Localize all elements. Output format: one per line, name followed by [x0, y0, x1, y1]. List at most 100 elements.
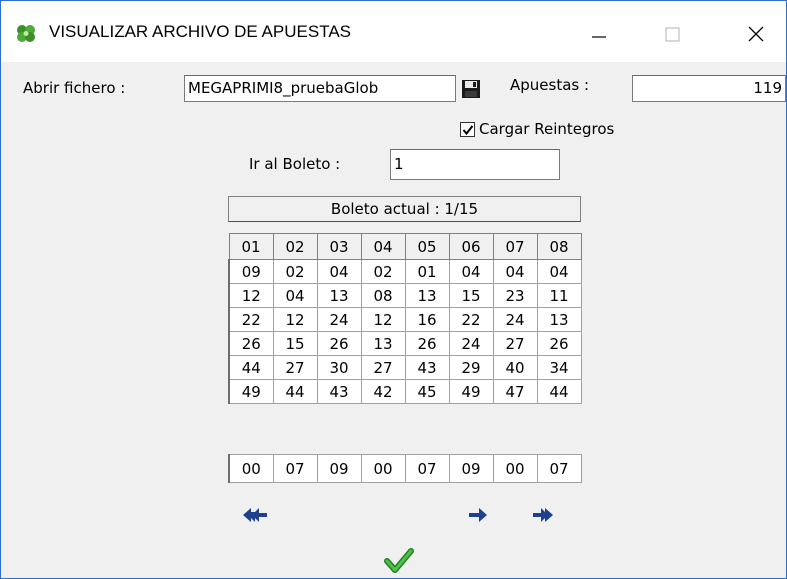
double-arrow-right-icon — [533, 508, 553, 522]
apuestas-count-field[interactable]: 119 — [632, 75, 786, 102]
grid-cell: 26 — [404, 331, 450, 356]
grid-cell: 02 — [272, 259, 318, 284]
grid-cell: 26 — [316, 331, 362, 356]
table-row: 09 02 04 02 01 04 04 04 — [228, 259, 582, 284]
grid-cell: 11 — [536, 283, 582, 308]
grid-cell: 16 — [404, 307, 450, 332]
first-ticket-button[interactable] — [242, 506, 268, 524]
last-ticket-button[interactable] — [532, 506, 558, 524]
grid-cell: 27 — [272, 355, 318, 380]
grid-cell: 13 — [360, 331, 406, 356]
grid-cell: 22 — [228, 307, 274, 332]
close-button[interactable] — [733, 15, 779, 53]
minimize-button[interactable] — [576, 15, 622, 53]
grid-cell: 01 — [404, 259, 450, 284]
reintegro-cell: 07 — [272, 454, 318, 483]
grid-cell: 12 — [228, 283, 274, 308]
grid-header-row: 01 02 03 04 05 06 07 08 — [228, 233, 582, 260]
column-header: 07 — [492, 233, 538, 260]
reintegro-cell: 09 — [316, 454, 362, 483]
table-row: 26 15 26 13 26 24 27 26 — [228, 331, 582, 356]
table-row: 00 07 09 00 07 09 00 07 — [228, 454, 582, 483]
clover-icon — [15, 24, 37, 44]
grid-cell: 44 — [536, 379, 582, 404]
grid-cell: 26 — [536, 331, 582, 356]
maximize-button[interactable] — [649, 15, 695, 53]
grid-cell: 12 — [360, 307, 406, 332]
next-ticket-button[interactable] — [467, 506, 493, 524]
grid-cell: 02 — [360, 259, 406, 284]
grid-cell: 23 — [492, 283, 538, 308]
grid-cell: 44 — [228, 355, 274, 380]
check-icon — [462, 125, 474, 136]
grid-cell: 42 — [360, 379, 406, 404]
grid-cell: 08 — [360, 283, 406, 308]
column-header: 08 — [536, 233, 582, 260]
double-arrow-left-icon — [243, 508, 267, 522]
file-path-field[interactable]: MEGAPRIMI8_pruebaGlob — [184, 75, 456, 102]
floppy-disk-icon[interactable] — [461, 79, 481, 99]
table-row: 44 27 30 27 43 29 40 34 — [228, 355, 582, 380]
grid-cell: 49 — [228, 379, 274, 404]
grid-cell: 27 — [360, 355, 406, 380]
grid-cell: 15 — [272, 331, 318, 356]
reintegro-cell: 00 — [228, 454, 274, 483]
grid-cell: 22 — [448, 307, 494, 332]
arrow-right-icon — [469, 508, 487, 522]
grid-cell: 04 — [492, 259, 538, 284]
column-header: 02 — [272, 233, 318, 260]
column-header: 05 — [404, 233, 450, 260]
grid-cell: 30 — [316, 355, 362, 380]
grid-cell: 43 — [404, 355, 450, 380]
grid-cell: 24 — [448, 331, 494, 356]
grid-cell: 13 — [404, 283, 450, 308]
minimize-icon — [592, 36, 606, 38]
grid-cell: 44 — [272, 379, 318, 404]
reintegro-cell: 07 — [404, 454, 450, 483]
grid-cell: 04 — [536, 259, 582, 284]
reintegro-cell: 07 — [536, 454, 582, 483]
column-header: 06 — [448, 233, 494, 260]
reintegro-cell: 00 — [360, 454, 406, 483]
grid-cell: 47 — [492, 379, 538, 404]
grid-cell: 27 — [492, 331, 538, 356]
reintegro-cell: 09 — [448, 454, 494, 483]
table-row: 49 44 43 42 45 49 47 44 — [228, 379, 582, 404]
grid-cell: 15 — [448, 283, 494, 308]
boleto-label: Ir al Boleto : — [249, 155, 341, 173]
reintegro-cell: 00 — [492, 454, 538, 483]
grid-cell: 34 — [536, 355, 582, 380]
window-title: VISUALIZAR ARCHIVO DE APUESTAS — [49, 22, 351, 41]
table-row: 22 12 24 12 16 22 24 13 — [228, 307, 582, 332]
grid-cell: 45 — [404, 379, 450, 404]
maximize-icon — [665, 27, 680, 42]
bets-grid: 01 02 03 04 05 06 07 08 09 02 04 02 01 04 04 04 12 04 13 08… — [228, 233, 582, 404]
grid-cell: 12 — [272, 307, 318, 332]
file-label: Abrir fichero : — [23, 79, 126, 97]
close-icon — [748, 26, 764, 42]
current-ticket-display: Boleto actual : 1/15 — [228, 196, 581, 222]
grid-cell: 13 — [536, 307, 582, 332]
ok-button[interactable] — [384, 548, 414, 574]
grid-cell: 13 — [316, 283, 362, 308]
reintegros-checkbox[interactable] — [460, 122, 475, 137]
reintegros-label: Cargar Reintegros — [479, 120, 615, 138]
grid-cell: 49 — [448, 379, 494, 404]
apuestas-label: Apuestas : — [510, 76, 590, 94]
grid-cell: 09 — [228, 259, 274, 284]
column-header: 01 — [228, 233, 274, 260]
reintegros-row: 00 07 09 00 07 09 00 07 — [228, 454, 582, 483]
column-header: 04 — [360, 233, 406, 260]
grid-cell: 24 — [316, 307, 362, 332]
grid-cell: 04 — [448, 259, 494, 284]
table-row: 12 04 13 08 13 15 23 11 — [228, 283, 582, 308]
app-window: VISUALIZAR ARCHIVO DE APUESTAS Abrir fic… — [0, 0, 787, 579]
grid-cell: 04 — [272, 283, 318, 308]
grid-cell: 24 — [492, 307, 538, 332]
boleto-input[interactable]: 1 — [390, 149, 560, 180]
grid-cell: 43 — [316, 379, 362, 404]
grid-cell: 04 — [316, 259, 362, 284]
title-bar: VISUALIZAR ARCHIVO DE APUESTAS — [1, 1, 786, 62]
grid-cell: 26 — [228, 331, 274, 356]
grid-cell: 29 — [448, 355, 494, 380]
